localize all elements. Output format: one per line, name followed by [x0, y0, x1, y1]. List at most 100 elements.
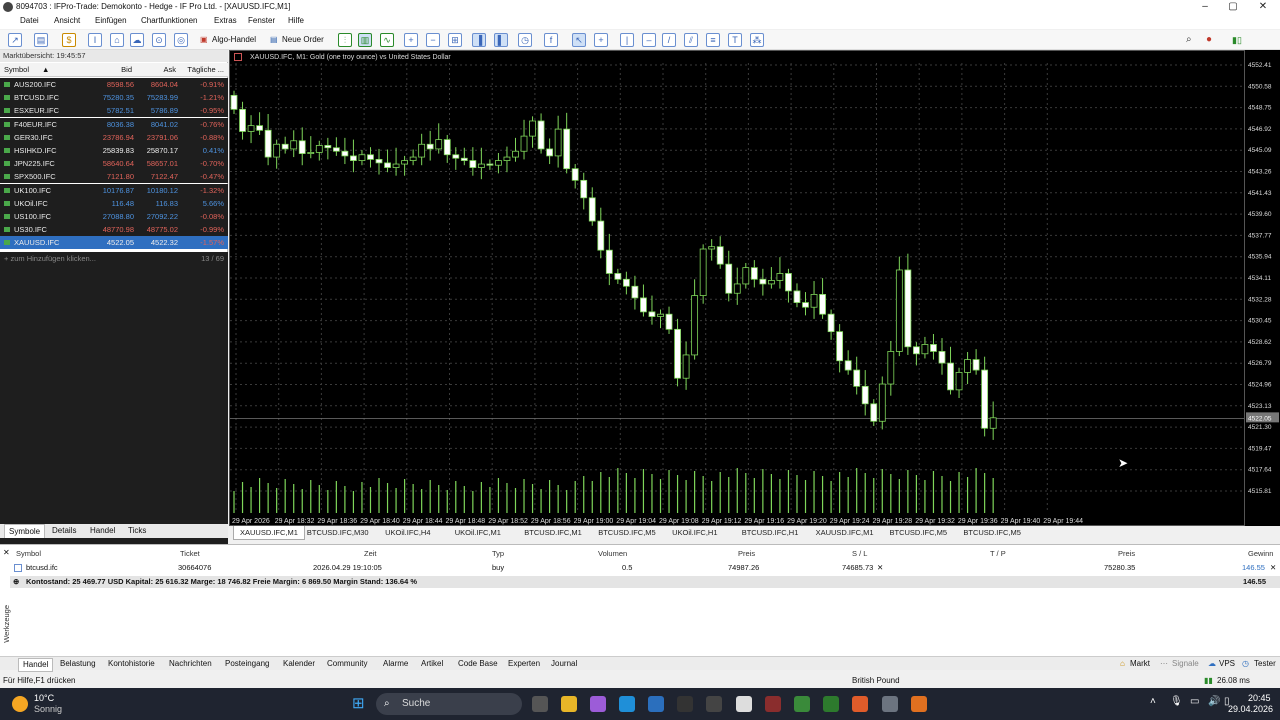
col-volume[interactable]: Volumen — [598, 549, 627, 558]
list-item[interactable]: GER30.IFC 23786.94 23791.06 -0.88% — [0, 130, 228, 144]
col-current-price[interactable]: Preis — [1118, 549, 1135, 558]
add-symbol-row[interactable]: + zum Hinzufügen klicken... 13 / 69 — [0, 252, 228, 265]
col-sl[interactable]: S / L — [852, 549, 867, 558]
chart-tab[interactable]: BTCUSD.IFC,M30 — [307, 526, 369, 540]
col-time[interactable]: Zeit — [364, 549, 377, 558]
vertical-line-icon[interactable]: | — [620, 33, 634, 47]
tab-code-base[interactable]: Code Base — [458, 658, 498, 670]
chart-tab[interactable]: XAUUSD.IFC,M1 — [233, 526, 305, 540]
remove-sl-icon[interactable]: ✕ — [877, 563, 883, 572]
column-change[interactable]: Tägliche ... — [187, 63, 224, 77]
bag-icon[interactable]: ⌂ — [110, 33, 124, 47]
col-type[interactable]: Typ — [492, 549, 504, 558]
file-explorer-icon[interactable] — [561, 696, 577, 712]
price-chart[interactable]: 29 Apr 2026 29 Apr 18:32 29 Apr 18:36 29 Ap… — [229, 50, 1245, 526]
chart-tab[interactable]: UKOil.IFC,M1 — [455, 526, 501, 540]
close-position-icon[interactable]: ✕ — [1270, 563, 1276, 572]
chart-tab[interactable]: BTCUSD.IFC,M1 — [524, 526, 582, 540]
clock-date[interactable]: 29.04.2026 — [1228, 704, 1273, 714]
tab-experten[interactable]: Experten — [508, 658, 540, 670]
tab-kontohistorie[interactable]: Kontohistorie — [108, 658, 155, 670]
col-ticket[interactable]: Ticket — [180, 549, 200, 558]
column-symbol[interactable]: Symbol — [4, 63, 29, 77]
close-toolbox-icon[interactable]: ✕ — [3, 548, 10, 557]
chart-shift-icon[interactable]: ▌ — [494, 33, 508, 47]
toolbox-side-label[interactable]: Werkzeuge — [2, 605, 11, 643]
weather-temp[interactable]: 10°C — [34, 693, 54, 703]
outlook-icon[interactable] — [648, 696, 664, 712]
list-item[interactable]: UKOil.IFC 116.48 116.83 5.66% — [0, 196, 228, 210]
new-chart-icon[interactable]: ↗ — [8, 33, 22, 47]
tab-alarme[interactable]: Alarme — [383, 658, 408, 670]
text-tool-icon[interactable]: T — [728, 33, 742, 47]
col-symbol[interactable]: Symbol — [16, 549, 41, 558]
tab-belastung[interactable]: Belastung — [60, 658, 96, 670]
menu-extras[interactable]: Extras — [214, 16, 237, 25]
chart-tab[interactable]: BTCUSD.IFC,M5 — [963, 526, 1021, 540]
tab-details[interactable]: Details — [48, 524, 80, 538]
col-profit[interactable]: Gewinn — [1248, 549, 1273, 558]
algo-trading-button[interactable]: Algo-Handel — [212, 32, 256, 48]
list-item[interactable]: SPX500.IFC 7121.80 7122.47 -0.47% — [0, 170, 228, 184]
col-tp[interactable]: T / P — [990, 549, 1006, 558]
chart-tab[interactable]: XAUUSD.IFC,M1 — [816, 526, 874, 540]
fibonacci-icon[interactable]: ≡ — [706, 33, 720, 47]
tab-handel[interactable]: Handel — [18, 658, 54, 672]
chart-tab[interactable]: BTCUSD.IFC,M5 — [890, 526, 948, 540]
signals-icon[interactable]: ⊙ — [152, 33, 166, 47]
menu-chartfunktionen[interactable]: Chartfunktionen — [141, 16, 197, 25]
column-bid[interactable]: Bid — [121, 63, 132, 77]
close-button[interactable]: ✕ — [1248, 0, 1278, 14]
notepad-icon[interactable] — [736, 696, 752, 712]
tab-artikel[interactable]: Artikel — [421, 658, 443, 670]
shapes-icon[interactable]: ⁂ — [750, 33, 764, 47]
search-icon[interactable]: ⌕ — [1186, 32, 1192, 48]
chart-tab[interactable]: UKOil.IFC,H4 — [385, 526, 430, 540]
menu-fenster[interactable]: Fenster — [248, 16, 275, 25]
github-icon[interactable] — [706, 696, 722, 712]
candlestick-icon[interactable]: ▥ — [358, 33, 372, 47]
settings-icon[interactable] — [882, 696, 898, 712]
maximize-button[interactable]: ▢ — [1218, 0, 1248, 14]
tab-symbols[interactable]: Symbole — [4, 524, 46, 538]
menu-einfuegen[interactable]: Einfügen — [95, 16, 127, 25]
cursor-icon[interactable]: ↖ — [572, 33, 586, 47]
brave-icon[interactable] — [852, 696, 868, 712]
tab-tester[interactable]: Tester — [1254, 658, 1276, 670]
minimize-button[interactable]: – — [1190, 0, 1220, 14]
trendline-icon[interactable]: / — [662, 33, 676, 47]
line-chart-icon[interactable]: ∿ — [380, 33, 394, 47]
indicators-icon[interactable]: f — [544, 33, 558, 47]
list-item[interactable]: F40EUR.IFC 8036.38 8041.02 -0.76% — [0, 117, 228, 131]
app-icon-orange[interactable] — [911, 696, 927, 712]
metatrader-icon[interactable] — [794, 696, 810, 712]
tab-community[interactable]: Community — [327, 658, 367, 670]
periods-icon[interactable]: ◷ — [518, 33, 532, 47]
cloud-icon[interactable]: ☁ — [130, 33, 144, 47]
network-icon[interactable]: ▭ — [1190, 696, 1199, 707]
horizontal-line-icon[interactable]: – — [642, 33, 656, 47]
candlestick-chart[interactable]: 29 Apr 2026 29 Apr 18:32 29 Apr 18:36 29 Ap… — [230, 51, 1244, 525]
weather-icon[interactable] — [12, 696, 28, 712]
tab-markt[interactable]: Markt — [1130, 658, 1150, 670]
list-item[interactable]: US30.IFC 48770.98 48775.02 -0.99% — [0, 223, 228, 237]
channel-icon[interactable]: ⫽ — [684, 33, 698, 47]
chart-tab[interactable]: BTCUSD.IFC,H1 — [742, 526, 799, 540]
crosshair-icon[interactable]: + — [594, 33, 608, 47]
tab-vps[interactable]: VPS — [1219, 658, 1235, 670]
tab-posteingang[interactable]: Posteingang — [225, 658, 269, 670]
zoom-out-icon[interactable]: − — [426, 33, 440, 47]
globe-icon[interactable]: ◎ — [174, 33, 188, 47]
list-item[interactable]: ESXEUR.IFC 5782.51 5786.89 -0.95% — [0, 104, 228, 118]
profiles-icon[interactable]: ▤ — [34, 33, 48, 47]
list-item[interactable]: US100.IFC 27088.80 27092.22 -0.08% — [0, 210, 228, 223]
zoom-in-icon[interactable]: + — [404, 33, 418, 47]
column-ask[interactable]: Ask — [163, 63, 176, 77]
taskbar-search[interactable]: ⌕ Suche — [376, 693, 522, 715]
ide-icon[interactable]: I — [88, 33, 102, 47]
menu-ansicht[interactable]: Ansicht — [54, 16, 80, 25]
tab-kalender[interactable]: Kalender — [283, 658, 315, 670]
notifications-icon[interactable]: ● — [1206, 32, 1212, 48]
list-item[interactable]: UK100.IFC 10176.87 10180.12 -1.32% — [0, 183, 228, 197]
bar-chart-icon[interactable]: ⫶ — [338, 33, 352, 47]
